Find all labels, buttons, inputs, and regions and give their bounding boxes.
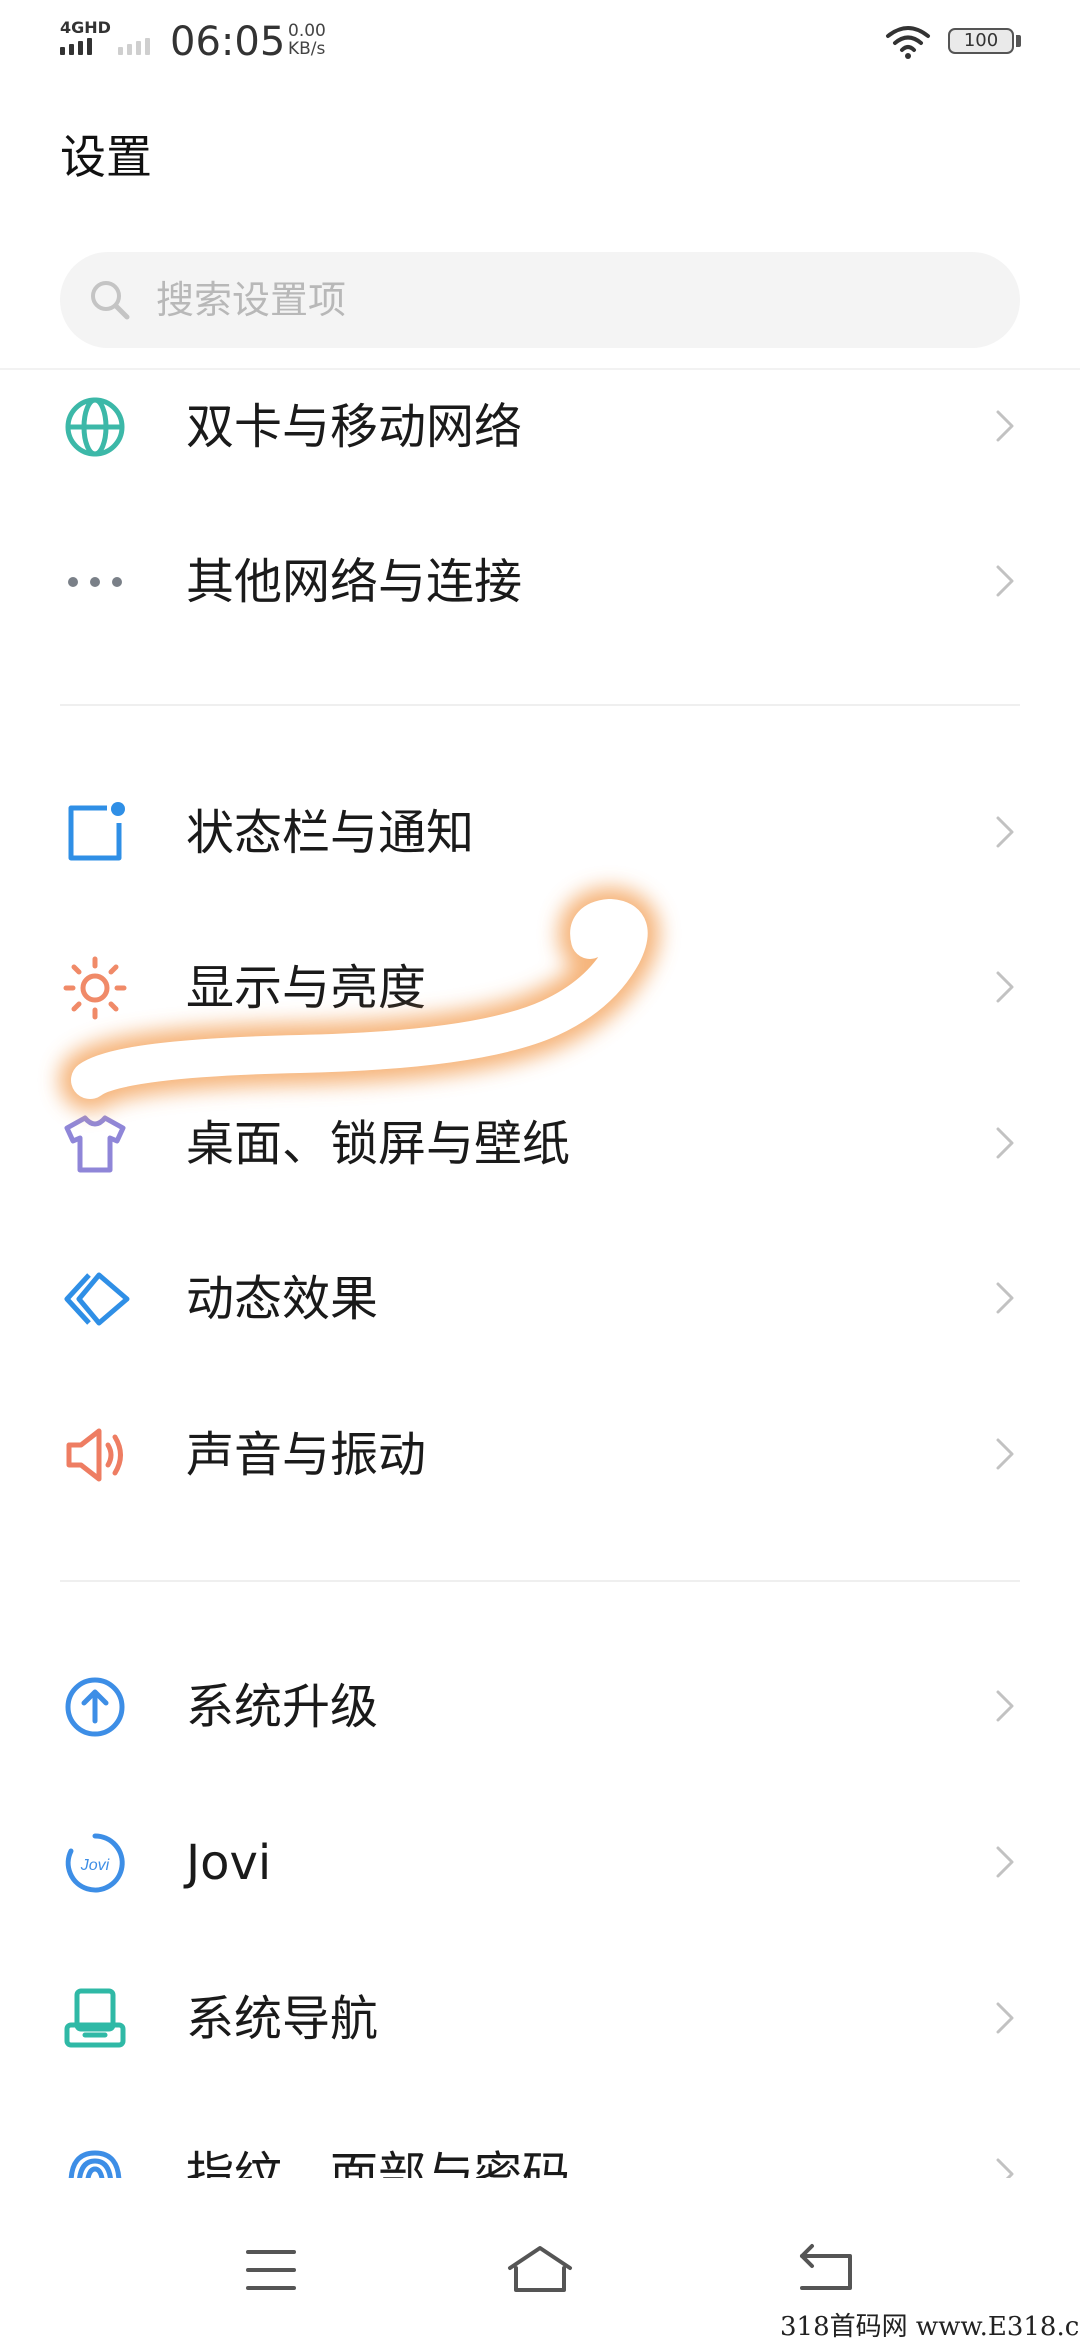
home-icon[interactable]	[480, 2230, 600, 2310]
chevron-right-icon	[985, 1434, 1025, 1474]
tshirt-icon	[63, 1112, 127, 1176]
chevron-right-icon	[985, 812, 1025, 852]
settings-item-other-networks[interactable]: 其他网络与连接	[0, 507, 1080, 657]
settings-item-dual-sim-network[interactable]: 双卡与移动网络	[0, 352, 1080, 502]
settings-item-system-upgrade[interactable]: 系统升级	[0, 1632, 1080, 1782]
network-type-label: 4GHD	[60, 18, 111, 37]
settings-item-label: 动态效果	[186, 1271, 379, 1327]
fingerprint-icon	[63, 2143, 127, 2178]
menu-icon[interactable]	[211, 2230, 331, 2310]
notification-square-icon	[63, 801, 127, 865]
settings-item-label: 双卡与移动网络	[186, 399, 523, 455]
clock: 06:05	[170, 19, 286, 65]
search-icon	[86, 276, 134, 328]
upgrade-arrow-icon	[63, 1675, 127, 1739]
network-speed-value: 0.00	[288, 21, 326, 41]
settings-item-label: 显示与亮度	[186, 960, 427, 1016]
settings-item-desktop-lockscreen-wallpaper[interactable]: 桌面、锁屏与壁纸	[0, 1069, 1080, 1219]
signal-strength-icon	[60, 38, 92, 55]
more-dots-icon	[63, 550, 127, 614]
chevron-right-icon	[985, 1123, 1025, 1163]
settings-item-label: 指纹、面部与密码	[186, 2147, 571, 2178]
settings-item-label: 系统升级	[186, 1679, 379, 1735]
status-bar: 4GHD 06:05 0.00 KB/s 100	[0, 0, 1080, 90]
chevron-right-icon	[985, 1278, 1025, 1318]
jovi-icon: Jovi	[63, 1831, 127, 1895]
group-divider	[60, 1580, 1020, 1582]
wifi-icon	[885, 24, 931, 64]
globe-icon	[63, 395, 127, 459]
battery-cap	[1016, 35, 1021, 47]
settings-item-status-bar-notifications[interactable]: 状态栏与通知	[0, 758, 1080, 908]
settings-item-label: 状态栏与通知	[186, 805, 475, 861]
watermark: 318首码网 www.E318.com	[772, 2304, 1080, 2345]
group-divider	[60, 704, 1020, 706]
chevron-right-icon	[985, 2154, 1025, 2178]
page-title: 设置	[60, 130, 152, 184]
chevron-right-icon	[985, 1998, 1025, 2038]
settings-item-jovi[interactable]: Jovi Jovi	[0, 1788, 1080, 1938]
settings-item-label: 桌面、锁屏与壁纸	[186, 1116, 571, 1172]
navigation-icon	[63, 1987, 127, 2051]
settings-item-system-navigation[interactable]: 系统导航	[0, 1944, 1080, 2094]
diamond-icon	[63, 1267, 130, 1331]
settings-item-fingerprint-face-password[interactable]: 指纹、面部与密码	[0, 2100, 1080, 2178]
search-bar[interactable]: 搜索设置项	[60, 252, 1020, 348]
settings-item-label: 系统导航	[186, 1991, 379, 2047]
settings-item-label: Jovi	[186, 1835, 272, 1891]
chevron-right-icon	[985, 1686, 1025, 1726]
chevron-right-icon	[985, 406, 1025, 446]
chevron-right-icon	[985, 561, 1025, 601]
settings-item-label: 声音与振动	[186, 1427, 427, 1483]
chevron-right-icon	[985, 967, 1025, 1007]
svg-text:Jovi: Jovi	[80, 1857, 110, 1874]
settings-item-display-brightness[interactable]: 显示与亮度	[0, 913, 1080, 1063]
sun-icon	[63, 956, 127, 1020]
chevron-right-icon	[985, 1842, 1025, 1882]
signal-strength-sim2-icon	[118, 38, 150, 55]
settings-item-motion-effects[interactable]: 动态效果	[0, 1224, 1080, 1374]
battery-indicator: 100	[948, 28, 1014, 54]
network-speed-unit: KB/s	[288, 39, 326, 59]
list-clip: 指纹、面部与密码	[0, 2080, 1080, 2178]
back-icon[interactable]	[766, 2230, 886, 2310]
network-speed: 0.00 KB/s	[288, 22, 326, 58]
search-placeholder: 搜索设置项	[156, 278, 347, 322]
settings-item-label: 其他网络与连接	[186, 554, 523, 610]
speaker-icon	[63, 1423, 127, 1487]
settings-item-sound-vibration[interactable]: 声音与振动	[0, 1380, 1080, 1530]
